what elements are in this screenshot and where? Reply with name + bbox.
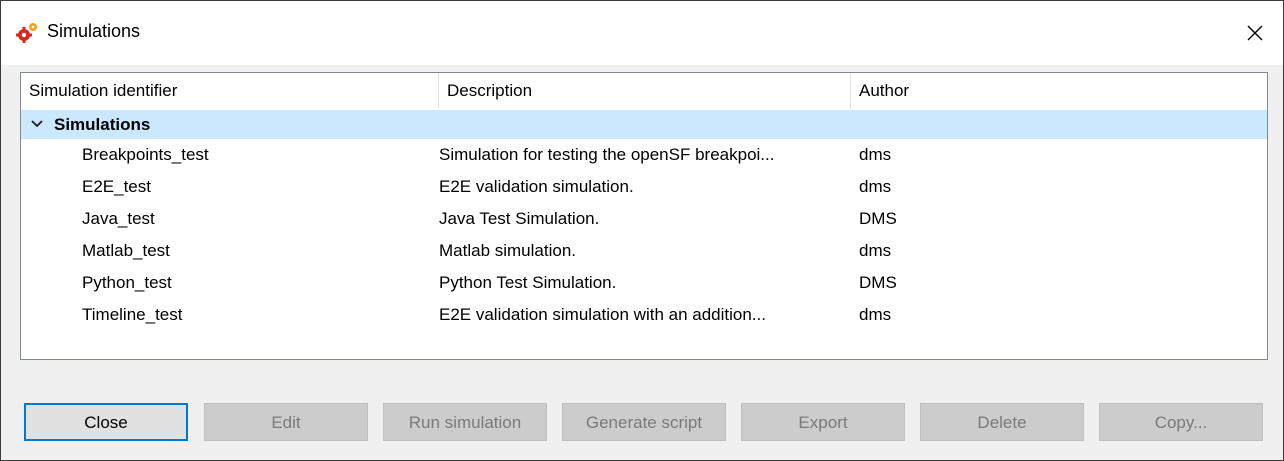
close-icon[interactable] — [1237, 15, 1273, 51]
cell-identifier: Timeline_test — [82, 305, 183, 324]
cell-description: Java Test Simulation. — [439, 209, 600, 228]
window-title: Simulations — [47, 21, 141, 41]
table-row[interactable]: Matlab_test Matlab simulation. dms — [21, 237, 1267, 264]
run-simulation-button[interactable]: Run simulation — [383, 403, 547, 441]
cell-description: E2E validation simulation with an additi… — [439, 305, 766, 324]
table-row[interactable]: Java_test Java Test Simulation. DMS — [21, 205, 1267, 232]
cell-identifier: Java_test — [82, 209, 155, 228]
cell-author: dms — [859, 305, 892, 324]
table-row[interactable]: Timeline_test E2E validation simulation … — [21, 301, 1267, 328]
tree-group-simulations[interactable]: Simulations — [21, 110, 1267, 139]
cell-identifier: Matlab_test — [82, 241, 170, 260]
cell-description: Simulation for testing the openSF breakp… — [439, 145, 775, 164]
column-header-identifier[interactable]: Simulation identifier — [21, 73, 439, 109]
simulations-tree-table[interactable]: Simulation identifier Description Author… — [20, 72, 1268, 360]
export-button[interactable]: Export — [741, 403, 905, 441]
tree-group-label: Simulations — [54, 115, 151, 134]
delete-button[interactable]: Delete — [920, 403, 1084, 441]
copy-button[interactable]: Copy... — [1099, 403, 1263, 441]
cell-identifier: E2E_test — [82, 177, 151, 196]
cell-author: DMS — [859, 209, 897, 228]
cell-identifier: Breakpoints_test — [82, 145, 209, 164]
simulations-dialog: Simulations Simulation identifier Descri… — [0, 0, 1284, 461]
cell-author: DMS — [859, 273, 897, 292]
edit-button[interactable]: Edit — [204, 403, 368, 441]
table-row[interactable]: E2E_test E2E validation simulation. dms — [21, 173, 1267, 200]
title-bar: Simulations — [1, 1, 1283, 65]
chevron-down-icon[interactable] — [29, 116, 45, 132]
cell-author: dms — [859, 241, 892, 260]
gears-icon — [16, 23, 37, 43]
cell-author: dms — [859, 145, 892, 164]
cell-description: Matlab simulation. — [439, 241, 577, 260]
table-row[interactable]: Breakpoints_test Simulation for testing … — [21, 141, 1267, 168]
cell-description: Python Test Simulation. — [439, 273, 617, 292]
cell-description: E2E validation simulation. — [439, 177, 634, 196]
column-header-author[interactable]: Author — [851, 73, 1267, 109]
generate-script-button[interactable]: Generate script — [562, 403, 726, 441]
table-row[interactable]: Python_test Python Test Simulation. DMS — [21, 269, 1267, 296]
column-header-description[interactable]: Description — [439, 73, 851, 109]
table-header: Simulation identifier Description Author — [21, 73, 1267, 109]
cell-author: dms — [859, 177, 892, 196]
cell-identifier: Python_test — [82, 273, 172, 292]
close-button[interactable]: Close — [24, 403, 188, 441]
